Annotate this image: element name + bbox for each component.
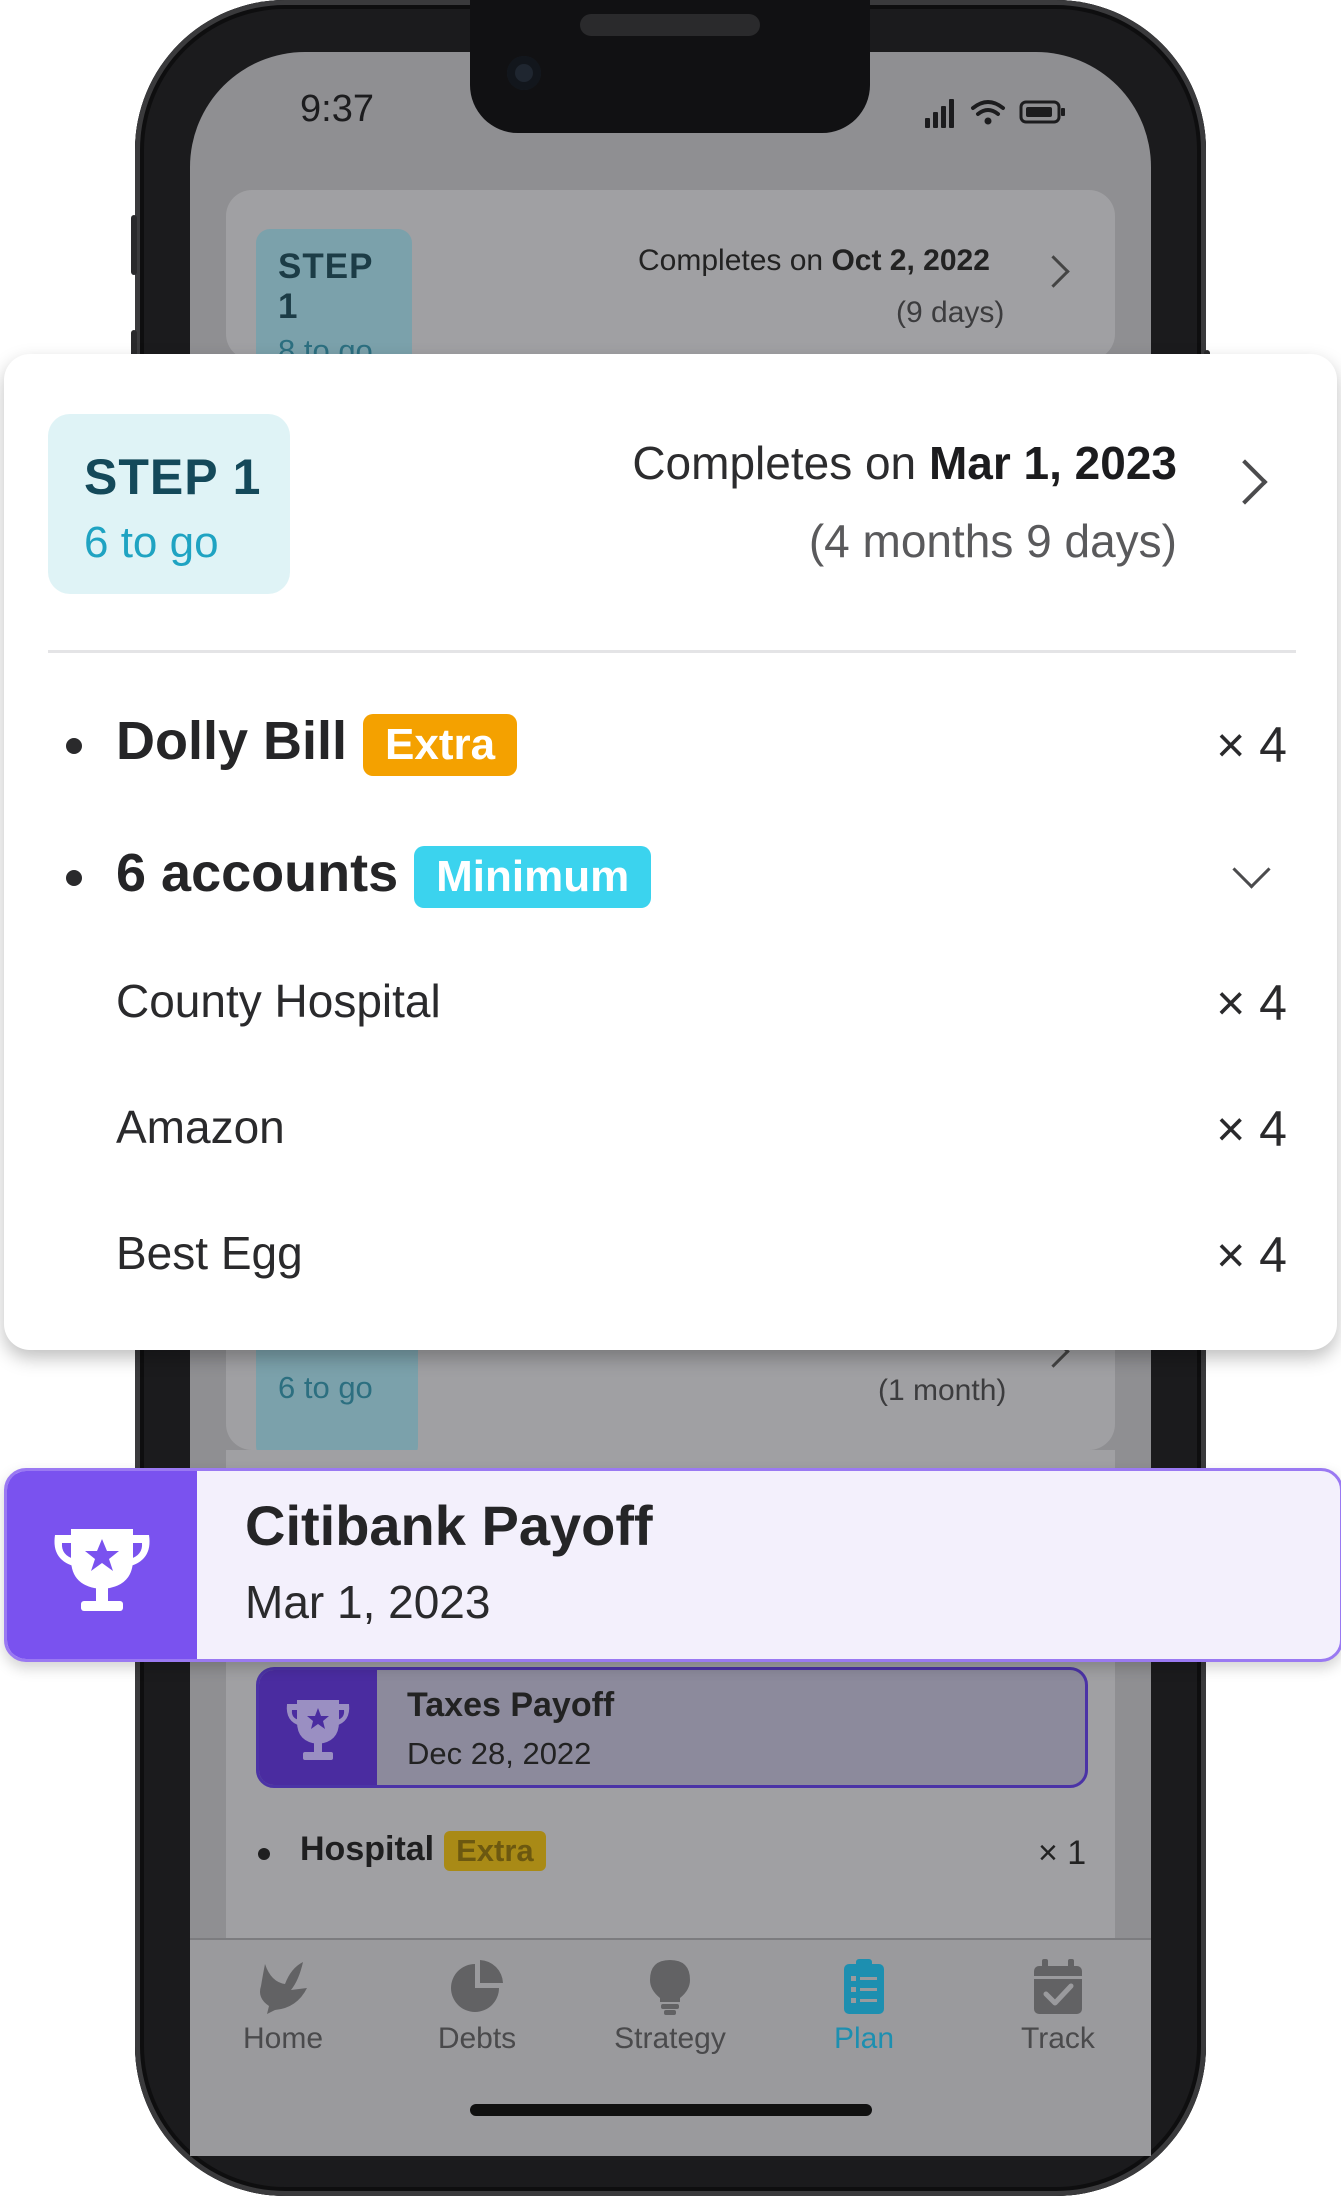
tab-label: Home [242,2022,324,2055]
wifi-icon [971,100,1005,116]
row-times: × 1 [1038,1834,1087,1872]
tab-label: Strategy [614,2022,726,2055]
group-name: 6 accounts [116,843,399,903]
chevron-right-icon[interactable] [1222,459,1268,505]
payoff-date: Mar 1, 2023 [245,1576,491,1628]
camera-icon [507,56,541,90]
to-go-label: 6 to go [278,1370,373,1405]
trophy-icon [54,1529,150,1611]
step-badge: STEP 1 6 to go [48,414,290,594]
background-row-hospital[interactable]: Hospital Extra [300,1830,546,1872]
tab-track[interactable]: Track [978,1958,1138,2056]
duration: (4 months 9 days) [808,515,1177,567]
milestone-date: Dec 28, 2022 [407,1736,592,1771]
status-time: 9:37 [300,88,374,130]
debt-name: Dolly Bill [116,711,348,771]
step-label: STEP 1 [278,247,373,326]
tab-label: Track [1021,2022,1095,2055]
completes-date: Mar 1, 2023 [928,437,1177,489]
bullet [66,738,82,754]
battery-icon [1019,100,1065,124]
bullet [66,870,82,886]
sub-account-row[interactable]: Best Egg × 4 [4,1216,1337,1296]
tab-label: Plan [833,2022,895,2055]
overlay-step-card[interactable]: STEP 1 6 to go Completes on Mar 1, 2023 … [4,354,1337,1350]
extra-badge: Extra [363,713,518,776]
chevron-down-icon[interactable] [1232,850,1271,889]
milestone-icon-panel [259,1670,377,1785]
account-name: Amazon [116,1101,285,1153]
row-times: × 4 [1216,975,1287,1031]
bullet [258,1848,270,1860]
account-name: Best Egg [116,1227,303,1279]
completes-on: Completes on Mar 1, 2023 [632,437,1177,489]
extra-badge: Extra [444,1831,546,1872]
background-completes: Completes on Oct 2, 2022 [638,244,990,277]
signal-icon [925,99,954,128]
lightbulb-icon [650,1960,690,2015]
tab-label: Debts [437,2022,517,2055]
mute-switch [131,215,137,275]
payoff-milestone-card[interactable]: Citibank Payoff Mar 1, 2023 [4,1468,1341,1662]
account-name: County Hospital [116,975,441,1027]
background-step3-duration: (1 month) [878,1374,1007,1407]
pie-chart-icon [451,1960,503,2012]
calendar-check-icon [1034,1959,1082,2014]
payoff-icon-panel [7,1471,197,1659]
tab-plan[interactable]: Plan [784,1958,944,2056]
row-times: × 4 [1216,1101,1287,1157]
minimum-badge: Minimum [414,845,652,908]
step-label: STEP 1 [84,449,262,505]
tab-home[interactable]: Home [203,1958,363,2056]
status-icons [925,99,1065,128]
background-milestone-card[interactable]: Taxes Payoff Dec 28, 2022 [256,1667,1088,1788]
clipboard-list-icon [844,1959,884,2014]
sub-account-row[interactable]: County Hospital × 4 [4,964,1337,1044]
home-indicator[interactable] [470,2104,872,2116]
row-times: × 4 [1216,717,1287,773]
accounts-group-row[interactable]: 6 accounts Minimum [4,836,1337,916]
trophy-icon [286,1700,350,1760]
tab-debts[interactable]: Debts [397,1958,557,2056]
background-step3-badge: 6 to go [256,1340,418,1460]
speaker-grille [580,14,760,36]
sub-account-row[interactable]: Amazon × 4 [4,1090,1337,1170]
divider [48,650,1296,653]
milestone-title: Taxes Payoff [407,1686,615,1724]
payoff-title: Citibank Payoff [245,1494,653,1557]
row-times: × 4 [1216,1227,1287,1283]
debt-row[interactable]: Dolly Bill Extra × 4 [4,704,1337,784]
background-duration: (9 days) [896,296,1005,329]
to-go-label: 6 to go [84,518,219,567]
dove-icon [260,1962,307,2014]
tab-strategy[interactable]: Strategy [590,1958,750,2056]
